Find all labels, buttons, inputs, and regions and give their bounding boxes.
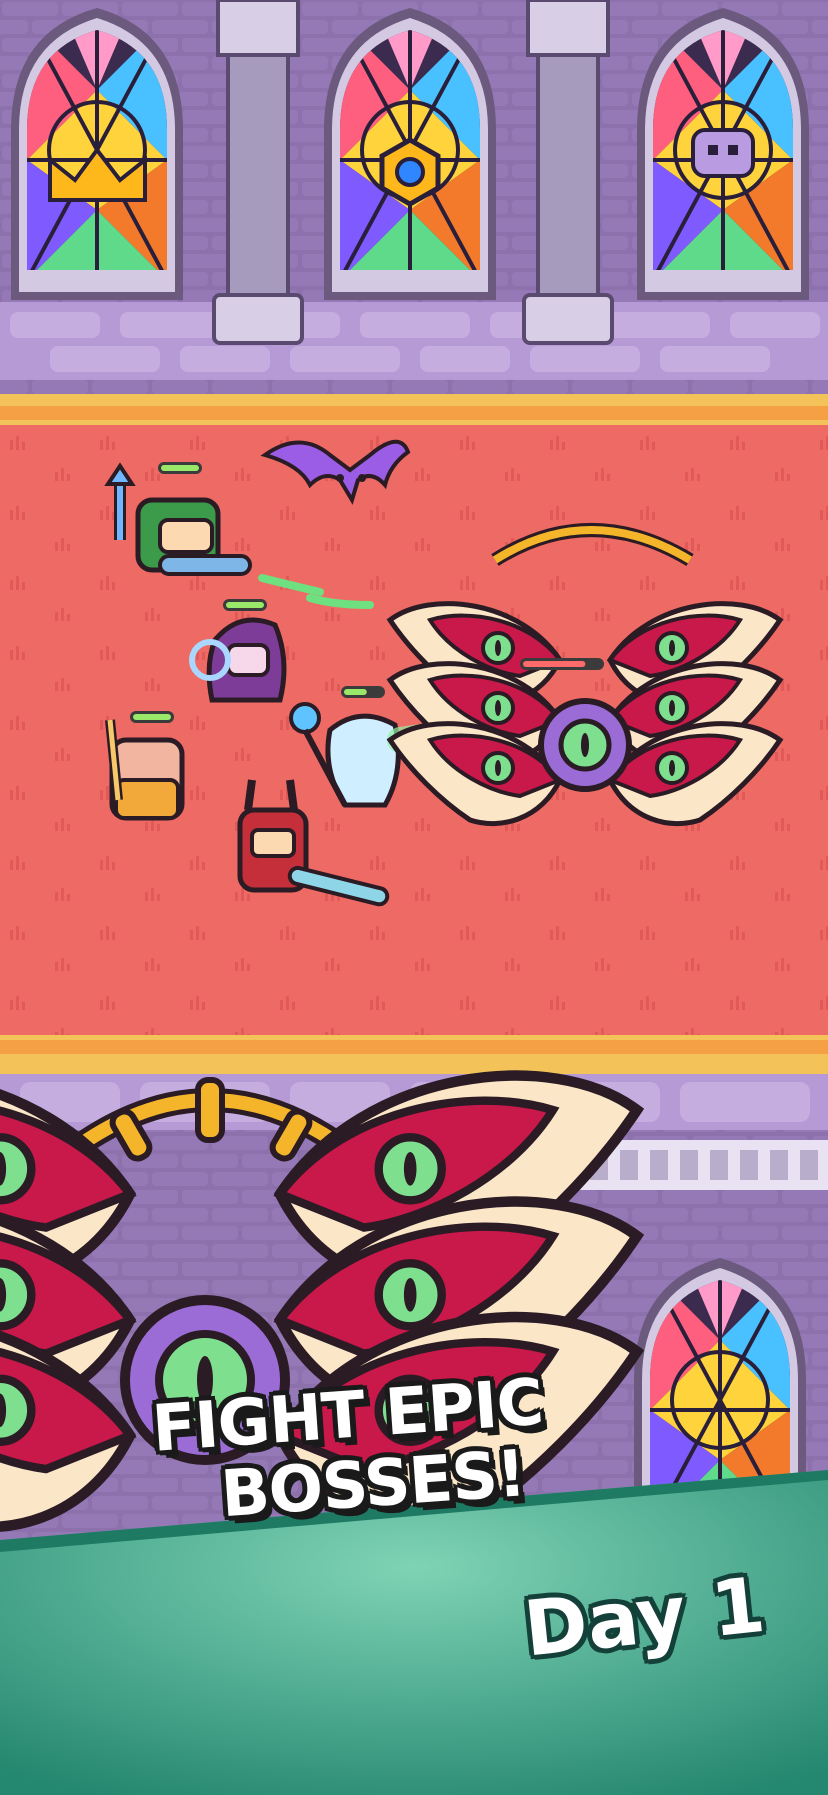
stained-glass-window-center xyxy=(324,8,496,300)
stained-glass-window-left xyxy=(11,8,183,300)
game-screen: FIGHT EPIC BOSSES! Day 1 xyxy=(0,0,828,1795)
stained-glass-window-right xyxy=(637,8,809,300)
game-scene xyxy=(0,0,828,1795)
